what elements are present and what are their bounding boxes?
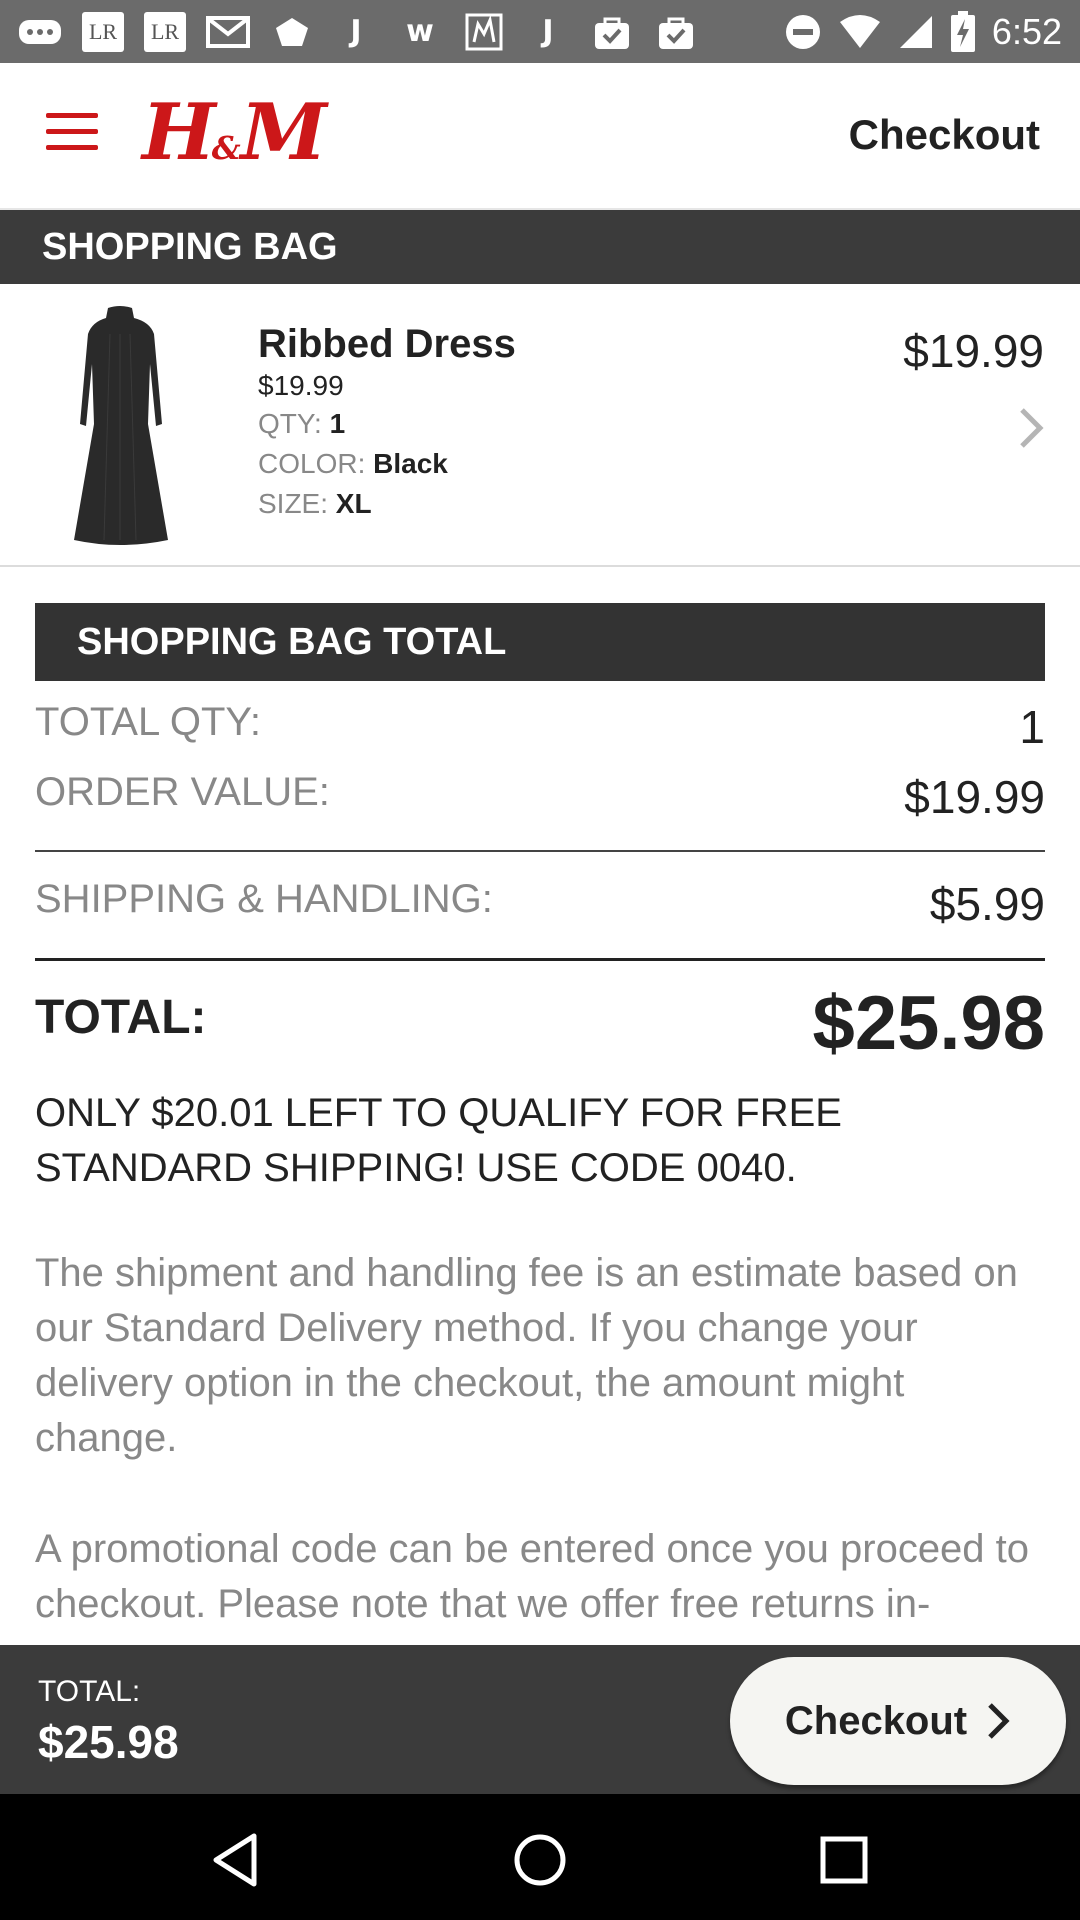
qty-line: QTY: 1 — [258, 408, 346, 439]
shipping-estimate-note: The shipment and handling fee is an esti… — [35, 1251, 1018, 1460]
checkout-bar: TOTAL: $25.98 Checkout — [0, 1645, 1080, 1794]
chevron-right-icon[interactable] — [1010, 402, 1050, 454]
bag-check-icon — [654, 12, 698, 52]
lr-icon: LR — [82, 11, 124, 52]
shipping-value: $5.99 — [929, 878, 1045, 930]
more-icon — [18, 12, 62, 52]
promo-code-note: A promotional code can be entered once y… — [35, 1527, 1030, 1626]
hm-logo[interactable]: H&M — [142, 93, 327, 188]
menu-icon[interactable] — [46, 113, 98, 153]
order-value: $19.99 — [904, 771, 1045, 823]
shopping-bag-heading: SHOPPING BAG — [0, 210, 1080, 284]
bottom-total-label: TOTAL: — [38, 1675, 141, 1708]
checkout-button[interactable]: Checkout — [730, 1657, 1066, 1785]
wifi-icon — [839, 14, 880, 48]
clock: 6:52 — [991, 10, 1062, 52]
color-line: COLOR: Black — [258, 448, 448, 479]
shipping-row: SHIPPING & HANDLING: $5.99 — [35, 877, 1045, 930]
home-icon[interactable] — [510, 1830, 570, 1890]
shipping-label: SHIPPING & HANDLING: — [35, 877, 493, 921]
total-qty-label: TOTAL QTY: — [35, 700, 261, 744]
back-icon[interactable] — [206, 1830, 266, 1890]
product-name[interactable]: Ribbed Dress — [258, 322, 516, 367]
divider — [35, 850, 1045, 852]
line-total: $19.99 — [903, 325, 1044, 377]
map-icon — [462, 12, 506, 52]
product-image — [74, 306, 168, 545]
unit-price: $19.99 — [258, 370, 344, 401]
navigation-bar — [0, 1794, 1080, 1920]
total-qty-row: TOTAL QTY: 1 — [35, 700, 1045, 753]
order-value-row: ORDER VALUE: $19.99 — [35, 770, 1045, 823]
mail-icon — [206, 12, 250, 52]
shield-icon — [270, 12, 314, 52]
signal-icon — [899, 15, 932, 48]
status-bar: LR LR J w J 6:52 — [0, 0, 1080, 63]
bag-item[interactable]: Ribbed Dress $19.99 QTY: 1 COLOR: Black … — [0, 284, 1080, 567]
bag-check-icon — [590, 12, 634, 52]
order-value-label: ORDER VALUE: — [35, 770, 330, 814]
page-title: Checkout — [848, 111, 1040, 158]
size-line: SIZE: XL — [258, 488, 372, 519]
battery-charging-icon — [950, 10, 975, 52]
bag-total-heading: SHOPPING BAG TOTAL — [35, 603, 1045, 681]
system-icons: 6:52 — [784, 10, 1062, 53]
app-header: H&M Checkout — [0, 63, 1080, 210]
recents-icon[interactable] — [814, 1830, 874, 1890]
total-qty-value: 1 — [1019, 701, 1045, 753]
lr-icon: LR — [144, 11, 186, 52]
j-icon: J — [542, 14, 554, 49]
j-icon: J — [350, 14, 362, 49]
grand-total-label: TOTAL: — [35, 991, 207, 1044]
chevron-right-icon — [988, 1703, 1010, 1739]
grand-total-value: $25.98 — [812, 981, 1045, 1066]
free-shipping-message: ONLY $20.01 LEFT TO QUALIFY FOR FREE STA… — [35, 1091, 842, 1190]
w-icon: w — [406, 14, 434, 49]
bottom-total-amount: $25.98 — [38, 1716, 179, 1768]
checkout-button-label: Checkout — [784, 1698, 968, 1743]
notification-icons: LR LR J w J — [18, 11, 698, 52]
divider — [35, 958, 1045, 961]
do-not-disturb-icon — [785, 14, 820, 49]
